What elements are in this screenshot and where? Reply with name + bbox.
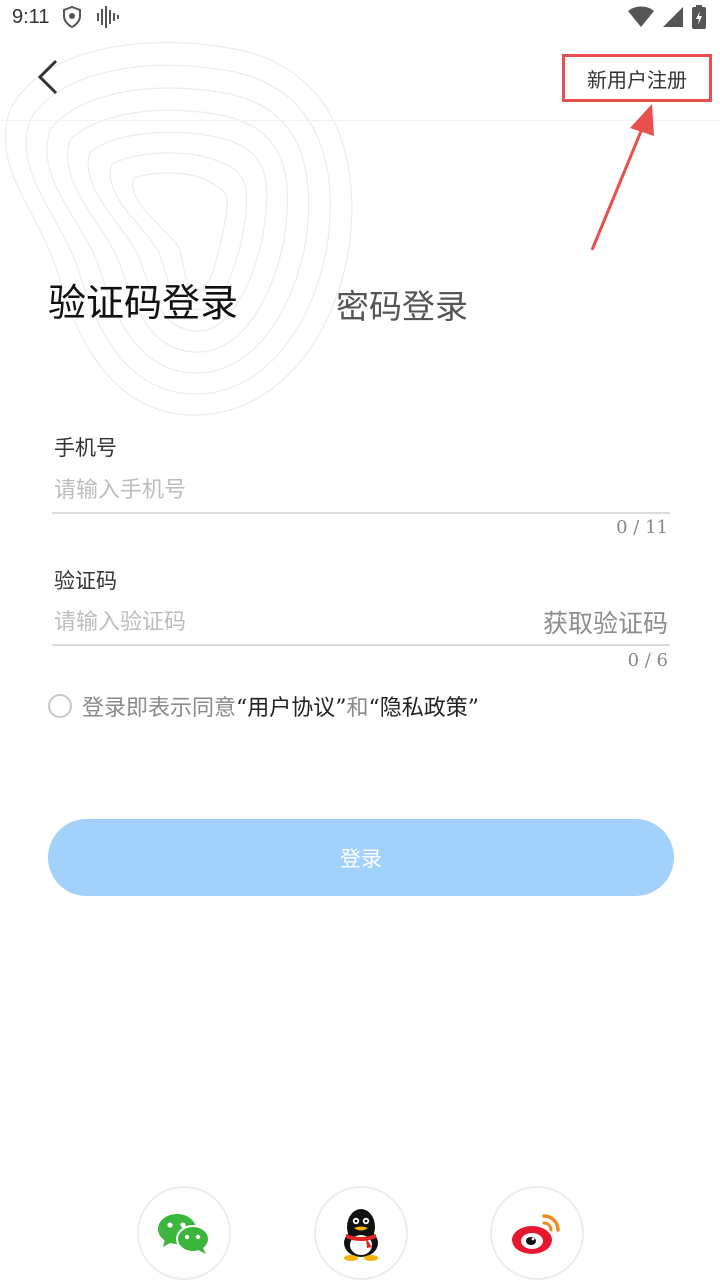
- agreement-prefix: 登录即表示同意: [82, 696, 237, 721]
- qq-login-button[interactable]: [314, 1186, 408, 1280]
- back-button[interactable]: [28, 56, 68, 100]
- agreement-radio[interactable]: [48, 694, 72, 718]
- agreement-row: 登录即表示同意“用户协议”和“隐私政策”: [48, 690, 479, 722]
- battery-icon: [692, 5, 706, 29]
- wifi-icon: [628, 6, 654, 27]
- weibo-icon: [512, 1214, 560, 1254]
- tab-password-login[interactable]: 密码登录: [336, 280, 468, 328]
- header-divider: [0, 120, 720, 121]
- annotation-arrow: [590, 104, 654, 251]
- phone-label: 手机号: [54, 436, 117, 460]
- phone-counter: 0 / 11: [616, 517, 668, 538]
- login-button[interactable]: 登录: [48, 819, 674, 896]
- phone-input[interactable]: [54, 470, 524, 510]
- chevron-left-icon: [37, 59, 58, 94]
- wechat-icon: [158, 1214, 210, 1254]
- weibo-login-button[interactable]: [490, 1186, 584, 1280]
- signal-icon: [663, 7, 683, 27]
- register-link[interactable]: 新用户注册: [562, 54, 712, 102]
- status-time: 9:11: [12, 6, 50, 28]
- shield-icon: [63, 6, 81, 28]
- code-underline: [52, 644, 670, 646]
- user-agreement-link[interactable]: “用户协议”: [236, 696, 347, 721]
- code-input[interactable]: [54, 602, 524, 642]
- agreement-text: 登录即表示同意“用户协议”和“隐私政策”: [82, 690, 479, 722]
- code-counter: 0 / 6: [627, 650, 668, 671]
- agreement-and: 和: [346, 696, 369, 721]
- qq-icon: [344, 1209, 378, 1261]
- wechat-login-button[interactable]: [137, 1186, 231, 1280]
- phone-underline: [52, 512, 670, 514]
- code-label: 验证码: [54, 569, 117, 593]
- privacy-policy-link[interactable]: “隐私政策”: [369, 696, 480, 721]
- get-code-button[interactable]: 获取验证码: [543, 604, 668, 640]
- tab-code-login[interactable]: 验证码登录: [48, 272, 238, 327]
- sound-wave-icon: [97, 6, 119, 28]
- status-bar: 9:11: [0, 0, 720, 36]
- header: 新用户注册: [0, 40, 720, 120]
